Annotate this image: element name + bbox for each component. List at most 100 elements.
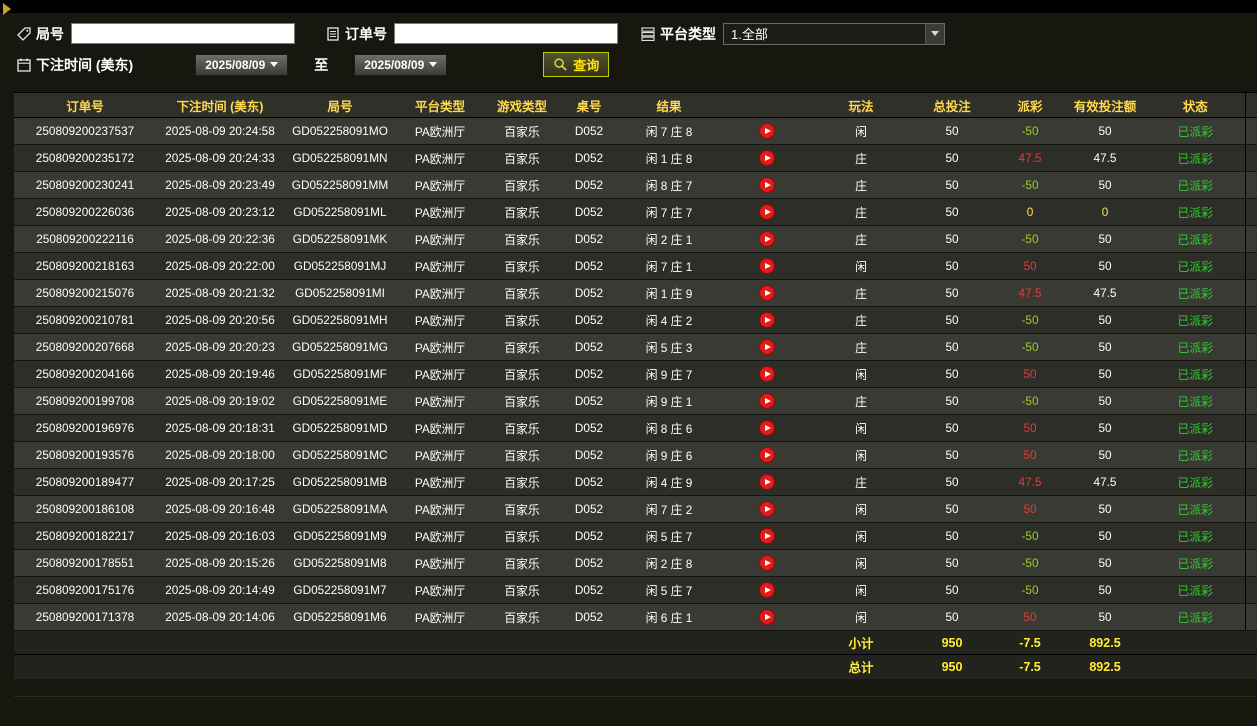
subtotal-trailing-cell	[1146, 630, 1257, 655]
table-row: 250809200193576 2025-08-09 20:18:00 GD0522…	[14, 441, 1257, 469]
order-no-cell: 250809200204166	[14, 360, 156, 388]
play-type-cell: 闲	[814, 522, 908, 550]
search-button-label: 查询	[573, 58, 600, 73]
replay-cell	[720, 306, 814, 334]
subtotal-row: 小计 950 -7.5 892.5	[14, 630, 1257, 655]
table-row: 250809200237537 2025-08-09 20:24:58 GD0522…	[14, 117, 1257, 145]
replay-button[interactable]	[759, 258, 775, 274]
play-type-cell: 闲	[814, 252, 908, 280]
result-cell: 闲 5 庄 7	[618, 576, 720, 604]
order-no-cell: 250809200171378	[14, 603, 156, 631]
play-type-cell: 庄	[814, 171, 908, 199]
table-row: 250809200171378 2025-08-09 20:14:06 GD0522…	[14, 603, 1257, 631]
order-no-cell: 250809200235172	[14, 144, 156, 172]
replay-button[interactable]	[759, 555, 775, 571]
replay-cell	[720, 252, 814, 280]
replay-cell	[720, 360, 814, 388]
replay-button[interactable]	[759, 528, 775, 544]
payout-cell: -50	[996, 549, 1064, 577]
payout-cell: 50	[996, 252, 1064, 280]
game-type-cell: 百家乐	[484, 387, 560, 415]
tag-icon	[16, 26, 32, 42]
replay-button[interactable]	[759, 447, 775, 463]
replay-button[interactable]	[759, 609, 775, 625]
replay-button[interactable]	[759, 501, 775, 517]
platform-label: 平台类型	[660, 25, 716, 42]
date-from-button[interactable]: 2025/08/09	[195, 53, 289, 76]
bet-time-cell: 2025-08-09 20:20:56	[156, 306, 284, 334]
play-type-cell: 闲	[814, 549, 908, 577]
play-type-cell: 庄	[814, 306, 908, 334]
platform-cell: PA欧洲厅	[396, 468, 484, 496]
status-cell: 已派彩	[1146, 414, 1245, 442]
select-arrow-box[interactable]	[925, 23, 944, 44]
replay-button[interactable]	[759, 123, 775, 139]
replay-cell	[720, 279, 814, 307]
subtotal-label: 小计	[814, 630, 908, 655]
table-row: 250809200210781 2025-08-09 20:20:56 GD0522…	[14, 306, 1257, 334]
order-no-label: 订单号	[345, 25, 387, 42]
order-no-cell: 250809200215076	[14, 279, 156, 307]
platform-cell: PA欧洲厅	[396, 171, 484, 199]
valid-bet-cell: 50	[1064, 495, 1146, 523]
replay-button[interactable]	[759, 474, 775, 490]
play-icon	[765, 587, 771, 593]
table-row: 250809200186108 2025-08-09 20:16:48 GD0522…	[14, 495, 1257, 523]
col-header-order-no: 订单号	[14, 92, 156, 118]
replay-button[interactable]	[759, 339, 775, 355]
spacer-cell	[1244, 117, 1257, 145]
payout-cell: -50	[996, 225, 1064, 253]
total-bet-cell: 50	[908, 144, 996, 172]
search-button[interactable]: 查询	[543, 52, 610, 77]
spacer-cell	[1244, 279, 1257, 307]
table-body: 250809200237537 2025-08-09 20:24:58 GD0522…	[14, 117, 1257, 631]
replay-button[interactable]	[759, 285, 775, 301]
table-row: 250809200182217 2025-08-09 20:16:03 GD0522…	[14, 522, 1257, 550]
col-header-spacer	[1244, 92, 1257, 118]
bet-time-cell: 2025-08-09 20:22:36	[156, 225, 284, 253]
replay-button[interactable]	[759, 582, 775, 598]
order-no-filter: 订单号	[325, 23, 618, 44]
replay-button[interactable]	[759, 420, 775, 436]
replay-button[interactable]	[759, 312, 775, 328]
round-no-cell: GD052258091M9	[284, 522, 396, 550]
total-total-bet: 950	[908, 654, 996, 679]
play-type-cell: 庄	[814, 144, 908, 172]
platform-select[interactable]: 1.全部	[723, 22, 945, 45]
round-no-cell: GD052258091MF	[284, 360, 396, 388]
result-cell: 闲 4 庄 9	[618, 468, 720, 496]
round-no-cell: GD052258091MD	[284, 414, 396, 442]
spacer-cell	[1244, 441, 1257, 469]
status-cell: 已派彩	[1146, 306, 1245, 334]
platform-list-icon	[640, 26, 656, 42]
total-bet-cell: 50	[908, 603, 996, 631]
date-to-button[interactable]: 2025/08/09	[354, 53, 448, 76]
replay-button[interactable]	[759, 150, 775, 166]
order-no-cell: 250809200178551	[14, 549, 156, 577]
round-no-cell: GD052258091MO	[284, 117, 396, 145]
replay-button[interactable]	[759, 177, 775, 193]
payout-cell: 50	[996, 360, 1064, 388]
bottom-divider	[14, 695, 1257, 697]
table-no-cell: D052	[560, 522, 618, 550]
spacer-cell	[1244, 576, 1257, 604]
round-no-cell: GD052258091MM	[284, 171, 396, 199]
play-type-cell: 庄	[814, 333, 908, 361]
replay-button[interactable]	[759, 204, 775, 220]
chevron-down-icon	[270, 62, 279, 67]
round-no-cell: GD052258091MK	[284, 225, 396, 253]
order-no-cell: 250809200193576	[14, 441, 156, 469]
valid-bet-cell: 50	[1064, 387, 1146, 415]
replay-button[interactable]	[759, 231, 775, 247]
order-no-input[interactable]	[394, 23, 618, 44]
game-type-cell: 百家乐	[484, 603, 560, 631]
status-cell: 已派彩	[1146, 495, 1245, 523]
date-to-value: 2025/08/09	[364, 57, 425, 72]
valid-bet-cell: 50	[1064, 171, 1146, 199]
round-no-input[interactable]	[71, 23, 295, 44]
valid-bet-cell: 50	[1064, 522, 1146, 550]
replay-button[interactable]	[759, 393, 775, 409]
table-row: 250809200226036 2025-08-09 20:23:12 GD0522…	[14, 198, 1257, 226]
collapse-panel-arrow[interactable]	[3, 3, 11, 15]
replay-button[interactable]	[759, 366, 775, 382]
